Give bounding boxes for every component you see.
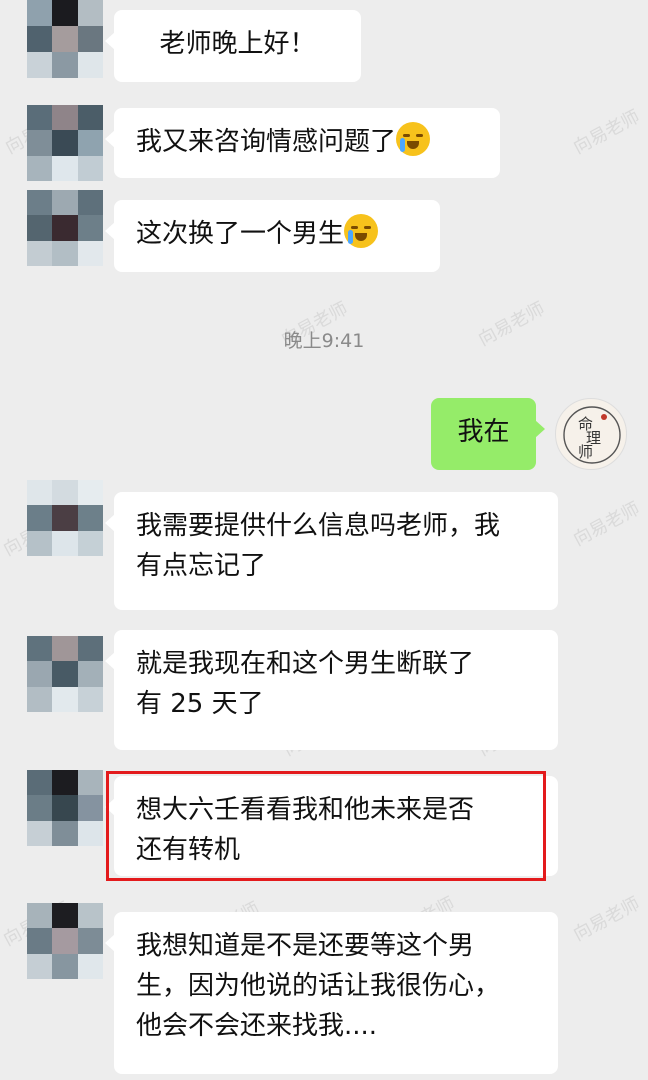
message-text: 老师晚上好！: [159, 29, 316, 59]
contact-avatar[interactable]: [27, 903, 103, 979]
contact-avatar[interactable]: [27, 190, 103, 266]
message-text: 这次换了一个男生: [136, 219, 345, 249]
message-bubble[interactable]: 我又来咨询情感问题了: [105, 108, 500, 178]
message-bubble[interactable]: 就是我现在和这个男生断联了 有 25 天了: [105, 630, 558, 750]
svg-text:师: 师: [578, 443, 593, 461]
contact-avatar[interactable]: [27, 770, 103, 846]
contact-avatar[interactable]: [27, 480, 103, 556]
message-text: 我又来咨询情感问题了: [136, 127, 397, 157]
watermark: 向易老师: [569, 498, 644, 551]
message-text-line: 就是我现在和这个男生断联了: [136, 649, 475, 679]
message-bubble[interactable]: 我想知道是不是还要等这个男 生，因为他说的话让我很伤心， 他会不会还来找我...…: [105, 912, 558, 1074]
message-text-line: 有 25 天了: [136, 689, 264, 719]
crying-laughing-emoji-icon: [344, 214, 379, 248]
message-bubble[interactable]: 想大六壬看看我和他未来是否 还有转机: [105, 776, 558, 876]
crying-laughing-emoji-icon: [396, 122, 431, 156]
message-text-line: 生，因为他说的话让我很伤心，: [136, 971, 501, 1001]
message-text-line: 还有转机: [136, 835, 241, 865]
contact-avatar[interactable]: [27, 636, 103, 712]
message-text-line: 我想知道是不是还要等这个男: [136, 931, 475, 961]
message-bubble-own[interactable]: 我在: [431, 398, 545, 470]
message-text-line: 想大六壬看看我和他未来是否: [136, 795, 475, 825]
message-bubble[interactable]: 这次换了一个男生: [105, 200, 440, 272]
message-text: 我在: [457, 417, 510, 447]
message-bubble[interactable]: 我需要提供什么信息吗老师，我 有点忘记了: [105, 492, 558, 610]
contact-avatar[interactable]: [27, 0, 103, 78]
message-text-line: 他会不会还来找我....: [136, 1011, 378, 1041]
contact-avatar[interactable]: [27, 105, 103, 181]
message-text-line: 我需要提供什么信息吗老师，我: [136, 511, 501, 541]
message-timestamp: 晚上9:41: [283, 330, 365, 352]
message-text-line: 有点忘记了: [136, 551, 267, 581]
watermark: 向易老师: [569, 106, 644, 159]
fortune-teller-logo-icon: 命 理 师: [563, 406, 621, 464]
teacher-avatar[interactable]: 命 理 师: [555, 398, 627, 470]
message-bubble[interactable]: 老师晚上好！: [105, 10, 361, 82]
watermark: 向易老师: [569, 893, 644, 946]
